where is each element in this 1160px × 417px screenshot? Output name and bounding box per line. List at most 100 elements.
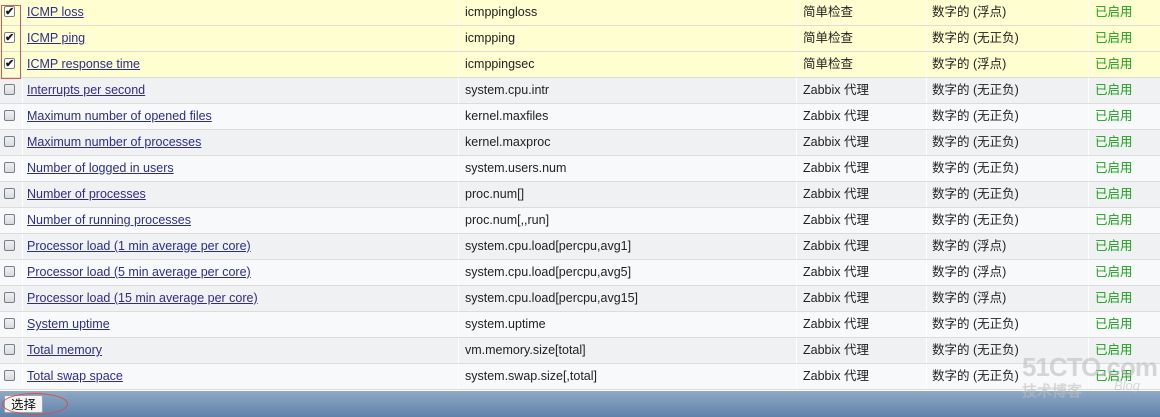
item-status-link-cell: 已启用 [1088,260,1160,285]
row-checkbox[interactable] [4,188,15,199]
item-name-link[interactable]: System uptime [27,317,110,331]
item-key: system.cpu.intr [465,83,550,97]
item-info-type-cell: 数字的 (无正负) [926,156,1088,181]
item-name-link[interactable]: Total memory [27,343,102,357]
item-type: Zabbix 代理 [803,135,869,149]
item-name-link-cell: Total memory [22,338,458,363]
row-checkbox-cell [0,312,22,337]
item-key: system.uptime [465,317,546,331]
item-key-cell: system.cpu.load[percpu,avg15] [458,286,796,311]
items-table: ✔ ICMP loss icmppingloss 简单检查 数字的 (浮点) 已启用 ✔ IC… [0,0,1160,390]
item-name-link[interactable]: Interrupts per second [27,83,145,97]
select-button[interactable]: 选择 [4,395,44,413]
item-info-type-cell: 数字的 (浮点) [926,0,1088,25]
item-key-cell: system.cpu.load[percpu,avg5] [458,260,796,285]
item-info-type: 数字的 (浮点) [932,5,1007,19]
item-info-type-cell: 数字的 (无正负) [926,78,1088,103]
item-status-link-cell: 已启用 [1088,52,1160,77]
item-status-link[interactable]: 已启用 [1095,57,1133,71]
item-info-type: 数字的 (无正负) [932,83,1019,97]
item-name-link[interactable]: ICMP ping [27,31,85,45]
item-name-link-cell: Processor load (5 min average per core) [22,260,458,285]
item-name-link[interactable]: ICMP response time [27,57,140,71]
item-name-link[interactable]: Number of processes [27,187,146,201]
item-type-cell: Zabbix 代理 [796,156,926,181]
item-type-cell: Zabbix 代理 [796,286,926,311]
item-status-link[interactable]: 已启用 [1095,239,1133,253]
item-type: Zabbix 代理 [803,317,869,331]
row-checkbox[interactable] [4,136,15,147]
item-key: kernel.maxfiles [465,109,549,123]
item-type-cell: 简单检查 [796,26,926,51]
item-name-link[interactable]: Processor load (5 min average per core) [27,265,251,279]
item-info-type: 数字的 (浮点) [932,239,1007,253]
item-name-link[interactable]: Maximum number of processes [27,135,201,149]
item-status-link[interactable]: 已启用 [1095,109,1133,123]
item-status-link-cell: 已启用 [1088,182,1160,207]
item-type: Zabbix 代理 [803,109,869,123]
item-status-link[interactable]: 已启用 [1095,187,1133,201]
item-key-cell: vm.memory.size[total] [458,338,796,363]
row-checkbox[interactable] [4,84,15,95]
item-type-cell: Zabbix 代理 [796,234,926,259]
item-status-link[interactable]: 已启用 [1095,5,1133,19]
item-type-cell: Zabbix 代理 [796,130,926,155]
item-info-type: 数字的 (无正负) [932,369,1019,383]
item-name-link-cell: Number of running processes [22,208,458,233]
item-key: kernel.maxproc [465,135,551,149]
item-name-link[interactable]: Number of logged in users [27,161,174,175]
item-info-type: 数字的 (浮点) [932,265,1007,279]
row-checkbox[interactable] [4,292,15,303]
item-status-link[interactable]: 已启用 [1095,317,1133,331]
row-checkbox[interactable] [4,318,15,329]
item-info-type: 数字的 (无正负) [932,187,1019,201]
row-checkbox[interactable] [4,110,15,121]
item-key-cell: icmpping [458,26,796,51]
item-status-link[interactable]: 已启用 [1095,213,1133,227]
item-info-type-cell: 数字的 (无正负) [926,130,1088,155]
item-status-link[interactable]: 已启用 [1095,161,1133,175]
row-checkbox[interactable] [4,370,15,381]
table-row: ✔ ICMP ping icmpping 简单检查 数字的 (无正负) 已启用 [0,26,1160,52]
row-checkbox[interactable] [4,240,15,251]
item-status-link[interactable]: 已启用 [1095,83,1133,97]
item-type: Zabbix 代理 [803,161,869,175]
row-checkbox[interactable] [4,162,15,173]
item-type-cell: 简单检查 [796,0,926,25]
item-info-type: 数字的 (浮点) [932,57,1007,71]
item-name-link[interactable]: Processor load (15 min average per core) [27,291,258,305]
row-checkbox[interactable] [4,214,15,225]
item-info-type-cell: 数字的 (浮点) [926,234,1088,259]
item-name-link[interactable]: Processor load (1 min average per core) [27,239,251,253]
item-key: vm.memory.size[total] [465,343,586,357]
item-status-link[interactable]: 已启用 [1095,291,1133,305]
item-name-link[interactable]: Maximum number of opened files [27,109,212,123]
table-row: Number of running processes proc.num[,,ru… [0,208,1160,234]
item-name-link[interactable]: Total swap space [27,369,123,383]
item-info-type: 数字的 (浮点) [932,291,1007,305]
row-checkbox-cell [0,182,22,207]
watermark-tagline: 技术博客 [1022,383,1083,400]
item-status-link[interactable]: 已启用 [1095,265,1133,279]
item-info-type-cell: 数字的 (无正负) [926,208,1088,233]
item-info-type-cell: 数字的 (无正负) [926,26,1088,51]
table-row: Interrupts per second system.cpu.intr Zabb… [0,78,1160,104]
item-name-link-cell: ICMP response time [22,52,458,77]
item-type: Zabbix 代理 [803,83,869,97]
item-key: system.cpu.load[percpu,avg5] [465,265,632,279]
item-info-type: 数字的 (无正负) [932,135,1019,149]
item-status-link-cell: 已启用 [1088,156,1160,181]
item-name-link[interactable]: Number of running processes [27,213,191,227]
item-type: 简单检查 [803,31,854,45]
item-type-cell: Zabbix 代理 [796,78,926,103]
item-type-cell: Zabbix 代理 [796,338,926,363]
item-info-type: 数字的 (无正负) [932,317,1019,331]
table-row: ✔ ICMP loss icmppingloss 简单检查 数字的 (浮点) 已启用 [0,0,1160,26]
row-checkbox[interactable] [4,266,15,277]
item-name-link-cell: Maximum number of processes [22,130,458,155]
item-key-cell: kernel.maxproc [458,130,796,155]
item-status-link[interactable]: 已启用 [1095,135,1133,149]
row-checkbox[interactable] [4,344,15,355]
item-status-link[interactable]: 已启用 [1095,31,1133,45]
item-name-link[interactable]: ICMP loss [27,5,84,19]
